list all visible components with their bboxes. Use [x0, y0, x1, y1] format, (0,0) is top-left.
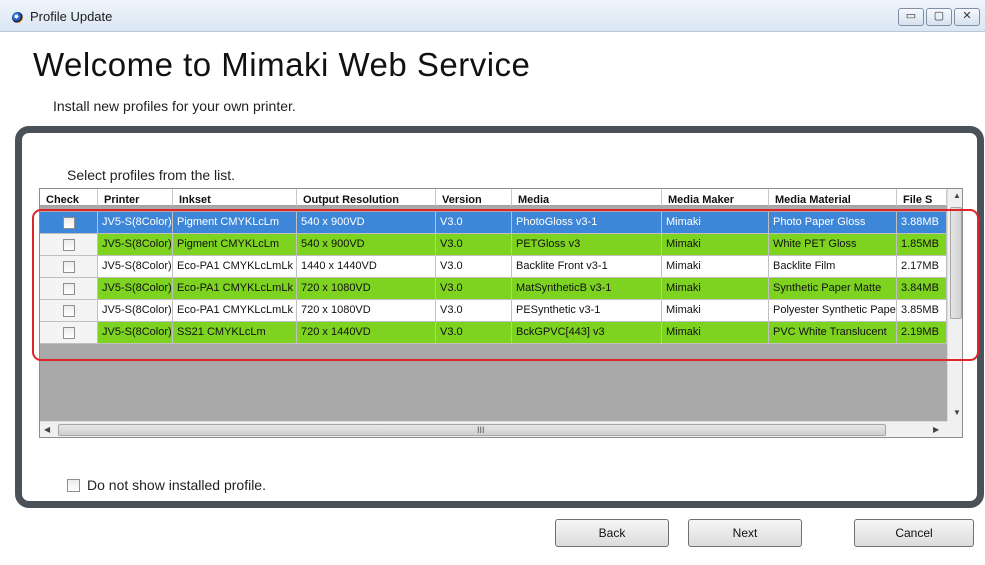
column-header-0[interactable]: Check — [40, 189, 98, 206]
title-bar: Profile Update ▭ ▢ ✕ — [0, 0, 985, 32]
column-header-8[interactable]: File S — [897, 189, 947, 206]
column-header-5[interactable]: Media — [512, 189, 662, 206]
page-subtitle: Install new profiles for your own printe… — [53, 98, 296, 114]
column-header-6[interactable]: Media Maker — [662, 189, 769, 206]
page-title: Welcome to Mimaki Web Service — [33, 46, 531, 83]
column-header-1[interactable]: Printer — [98, 189, 173, 206]
horizontal-scrollbar[interactable]: ◀ III ▶ — [40, 421, 947, 437]
cancel-button[interactable]: Cancel — [854, 519, 974, 547]
rows-highlight-outline — [32, 209, 979, 361]
maximize-button[interactable]: ▢ — [926, 8, 952, 26]
column-header-4[interactable]: Version — [436, 189, 512, 206]
scroll-up-arrow-icon[interactable]: ▲ — [953, 191, 961, 200]
horizontal-scroll-thumb[interactable]: III — [58, 424, 886, 436]
hide-installed-checkbox[interactable] — [67, 478, 80, 492]
scroll-grip-icon: III — [477, 425, 485, 435]
scroll-corner — [947, 421, 962, 437]
column-header-2[interactable]: Inkset — [173, 189, 297, 206]
minimize-button[interactable]: ▭ — [898, 8, 924, 26]
profile-panel: Select profiles from the list. Check Prin… — [15, 126, 984, 508]
hide-installed-label: Do not show installed profile. — [87, 477, 266, 493]
select-instruction: Select profiles from the list. — [67, 167, 236, 183]
scroll-left-arrow-icon[interactable]: ◀ — [44, 425, 50, 434]
app-icon — [12, 12, 23, 23]
window-title: Profile Update — [30, 9, 113, 24]
scroll-down-arrow-icon[interactable]: ▼ — [953, 408, 961, 417]
hide-installed-option[interactable]: Do not show installed profile. — [67, 477, 266, 493]
column-header-3[interactable]: Output Resolution — [297, 189, 436, 206]
table-header: Check Printer Inkset Output Resolution Versi… — [40, 189, 947, 206]
column-header-7[interactable]: Media Material — [769, 189, 897, 206]
next-button[interactable]: Next — [688, 519, 802, 547]
scroll-right-arrow-icon[interactable]: ▶ — [933, 425, 939, 434]
close-button[interactable]: ✕ — [954, 8, 980, 26]
back-button[interactable]: Back — [555, 519, 669, 547]
